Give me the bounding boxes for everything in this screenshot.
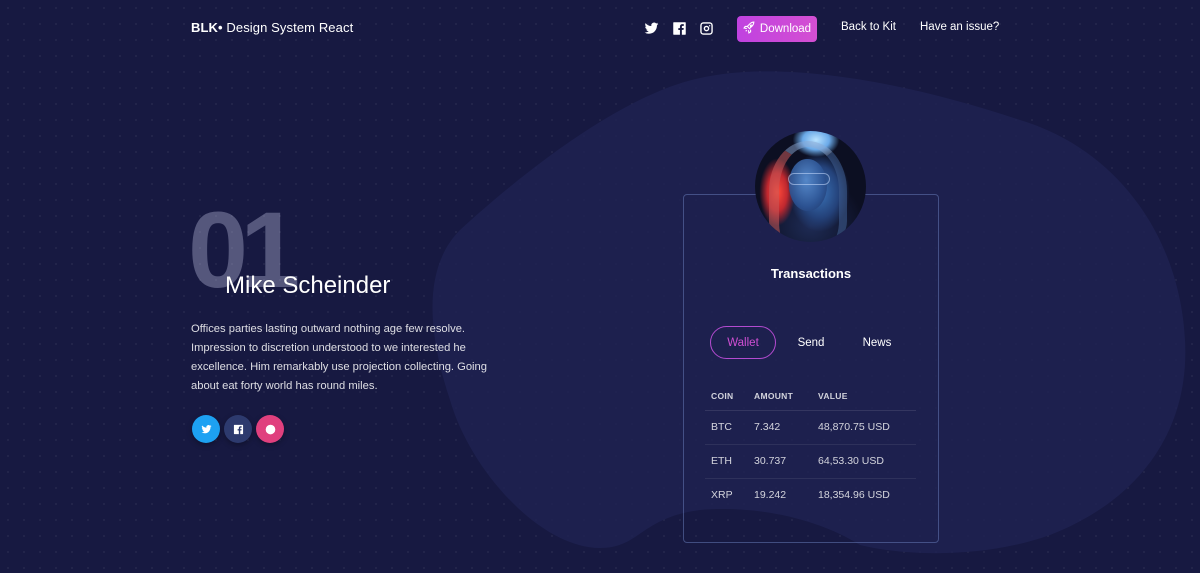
download-button[interactable]: Download: [737, 16, 817, 42]
facebook-button[interactable]: [224, 415, 252, 443]
cell-value: 48,870.75 USD: [812, 410, 916, 445]
header-coin: COIN: [705, 382, 748, 411]
dribbble-icon: [265, 424, 276, 435]
brand-logo[interactable]: BLK• Design System React: [191, 20, 353, 35]
avatar-glasses: [788, 173, 830, 185]
background-blob: [432, 71, 1186, 554]
tab-wallet[interactable]: Wallet: [710, 326, 776, 359]
cell-value: 64,53.30 USD: [812, 444, 916, 479]
header-value: VALUE: [812, 382, 916, 411]
download-label: Download: [759, 23, 812, 35]
avatar-face: [789, 159, 827, 211]
card-title: Transactions: [770, 266, 852, 281]
profile-avatar: [755, 131, 866, 242]
table-header-row: COIN AMOUNT VALUE: [705, 382, 916, 411]
dribbble-button[interactable]: [256, 415, 284, 443]
navbar: BLK• Design System React Download Back t…: [0, 0, 1200, 56]
twitter-button[interactable]: [192, 415, 220, 443]
tab-send[interactable]: Send: [786, 326, 836, 359]
back-to-kit-link[interactable]: Back to Kit: [841, 21, 896, 33]
brand-text: Design System React: [222, 20, 354, 35]
facebook-icon: [233, 424, 244, 435]
twitter-icon[interactable]: [643, 20, 659, 36]
table-row: BTC 7.342 48,870.75 USD: [705, 410, 916, 445]
profile-name: Mike Scheinder: [225, 272, 391, 299]
cell-coin: ETH: [705, 444, 748, 479]
instagram-icon[interactable]: [698, 20, 714, 36]
rocket-icon: [743, 21, 756, 37]
cell-value: 18,354.96 USD: [818, 489, 890, 502]
cell-coin: XRP: [711, 489, 733, 502]
profile-bio: Offices parties lasting outward nothing …: [191, 323, 487, 392]
header-amount: AMOUNT: [748, 382, 812, 411]
table-row: ETH 30.737 64,53.30 USD: [705, 444, 916, 479]
cell-amount: 7.342: [748, 410, 812, 445]
facebook-icon[interactable]: [671, 20, 687, 36]
cell-amount: 30.737: [748, 444, 812, 479]
tab-news[interactable]: News: [852, 326, 902, 359]
cell-amount: 19.242: [754, 489, 787, 502]
transactions-table: COIN AMOUNT VALUE BTC 7.342 48,870.75 US…: [705, 382, 916, 512]
cell-coin: BTC: [705, 410, 748, 445]
twitter-icon: [200, 424, 212, 435]
brand-bold: BLK•: [191, 20, 223, 35]
table-row: XRP 19.242 18,354.96 USD: [705, 478, 916, 512]
have-an-issue-link[interactable]: Have an issue?: [920, 21, 999, 33]
